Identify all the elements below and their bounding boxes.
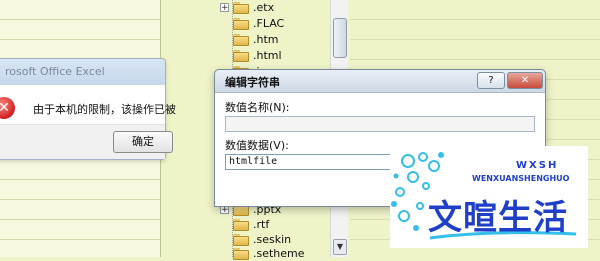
folder-icon (233, 247, 249, 260)
tree-item[interactable]: .html (220, 48, 282, 63)
value-name-label: 数值名称(N): (225, 101, 290, 114)
error-message: 由于本机的限制，该操作已被 (33, 103, 176, 116)
tree-item-label: .FLAC (253, 17, 285, 30)
tree-item-label: .setheme (253, 247, 305, 260)
excel-error-dialog: rosoft Office Excel ✕ 由于本机的限制，该操作已被 确定 (0, 58, 176, 160)
tree-item[interactable]: + .etx (220, 0, 274, 15)
tree-item-label: .seskin (253, 233, 292, 246)
tree-item-label: .etx (253, 1, 275, 14)
folder-icon (233, 49, 249, 62)
tree-item[interactable]: .htm (220, 32, 279, 47)
tree-item[interactable]: .FLAC (220, 16, 284, 31)
tree-item-label: .html (253, 49, 282, 62)
folder-icon (233, 233, 249, 246)
logo-title: 文暄生活 (428, 198, 568, 238)
folder-icon (233, 17, 249, 30)
error-icon: ✕ (0, 97, 15, 119)
value-name-field[interactable] (225, 116, 535, 132)
folder-icon (233, 1, 249, 14)
value-data-label: 数值数据(V): (225, 139, 289, 152)
help-button[interactable]: ? (477, 72, 505, 89)
close-button[interactable]: ✕ (507, 72, 543, 89)
tree-item[interactable]: .rtf (220, 217, 269, 232)
tree-item-label: .rtf (253, 218, 270, 231)
excel-dialog-body: ✕ 由于本机的限制，该操作已被 确定 (0, 85, 176, 159)
logo-abbrev: WXSH (516, 160, 559, 171)
logo-pinyin: WENXUANSHENGHUO (472, 174, 570, 183)
edit-dialog-title: 编辑字符串 (225, 76, 280, 89)
ok-button[interactable]: 确定 (113, 131, 173, 153)
scroll-thumb[interactable] (333, 18, 347, 58)
edit-dialog-titlebar: 编辑字符串 ? ✕ (215, 70, 545, 93)
excel-dialog-footer: 确定 (0, 124, 173, 159)
scroll-down-arrow-icon[interactable]: ▼ (333, 239, 347, 255)
tree-item[interactable]: .seskin (220, 232, 291, 247)
watermark-logo: WXSH WENXUANSHENGHUO 文暄生活 (390, 146, 588, 248)
tree-item-label: .htm (253, 33, 279, 46)
tree-item[interactable]: .setheme (220, 246, 305, 261)
expand-plus-icon[interactable]: + (220, 3, 229, 13)
excel-dialog-title: rosoft Office Excel (0, 59, 165, 85)
folder-icon (233, 218, 249, 231)
folder-icon (233, 33, 249, 46)
